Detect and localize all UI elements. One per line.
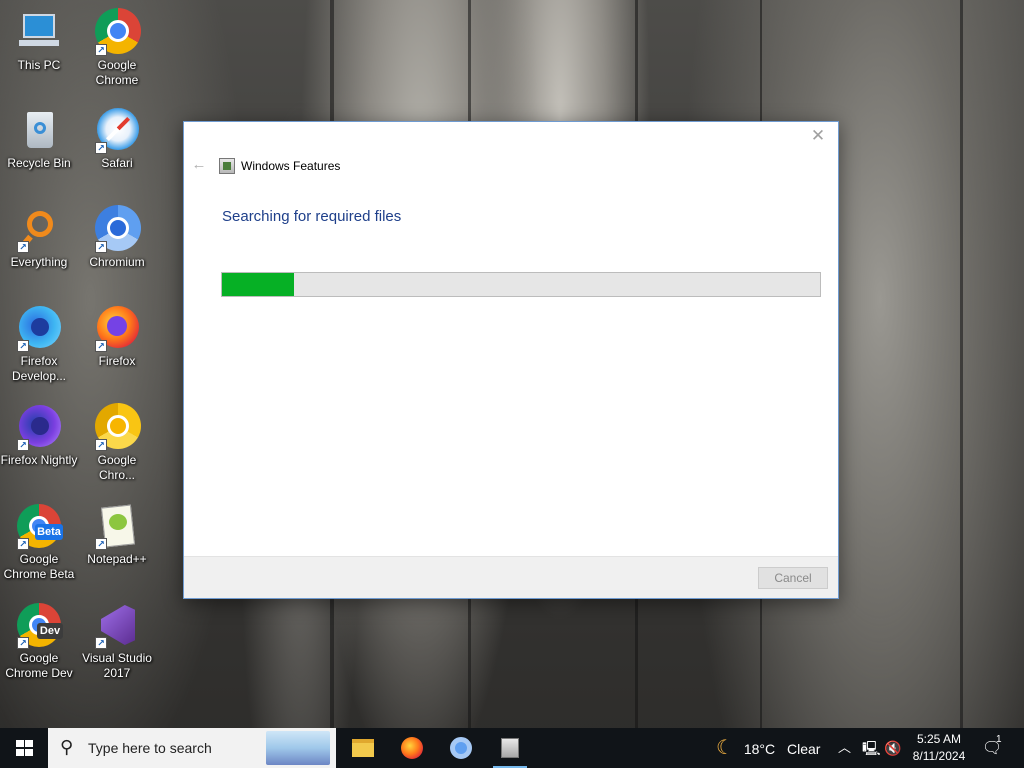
safari-icon: ↗ [93,106,141,154]
moon-icon: ☾ [716,737,734,759]
desktop-icon-everything[interactable]: ↗ Everything [0,205,78,270]
notification-count: 1 [996,734,1002,745]
notepad-plus-plus-icon: ↗ [93,502,141,550]
network-icon: 🖳 [862,740,881,756]
action-center-button[interactable]: 🗨 1 [982,728,1010,768]
desktop-icon-label: Safari [101,156,133,170]
firefox-icon: ↗ [93,304,141,352]
volume-control[interactable]: 🔇 [884,728,901,768]
taskbar-firefox[interactable] [389,728,435,768]
shortcut-arrow-icon: ↗ [17,439,29,451]
chrome-icon: ↗ [93,8,141,56]
chrome-beta-icon: Beta ↗ [15,502,63,550]
search-icon: ⚲ [60,737,74,757]
windows-features-dialog: ✕ ← Windows Features Searching for requi… [183,121,839,599]
desktop-icon-label: Recycle Bin [7,156,71,170]
desktop-icon-visual-studio[interactable]: ↗ Visual Studio 2017 [78,601,156,681]
shortcut-arrow-icon: ↗ [95,538,107,550]
back-button[interactable]: ← [190,156,208,174]
chromium-icon: ↗ [93,205,141,253]
network-status[interactable]: 🖳 [862,728,881,768]
start-button[interactable] [0,728,48,768]
desktop-icon-label: Google Chrome Dev [5,651,73,680]
everything-icon: ↗ [15,205,63,253]
system-clock[interactable]: 5:25 AM 8/11/2024 [906,731,972,765]
shortcut-arrow-icon: ↗ [95,637,107,649]
desktop-icon-recycle-bin[interactable]: Recycle Bin [0,106,78,171]
this-pc-icon [15,8,63,56]
taskbar-chromium[interactable] [438,728,484,768]
desktop-icon-firefox-developer[interactable]: ↗ Firefox Develop... [0,304,78,384]
dev-badge: Dev [37,623,63,639]
desktop-icon-notepad-plus-plus[interactable]: ↗ Notepad++ [78,502,156,567]
desktop-icon-label: This PC [17,58,61,72]
chevron-up-icon: ︿ [838,740,852,755]
weather-temperature: 18°C [743,741,776,757]
desktop-icon-chromium[interactable]: ↗ Chromium [78,205,156,270]
desktop-icon-label: Google Chrome [95,58,139,87]
desktop-icon-label: Firefox Develop... [11,354,67,383]
weather-widget[interactable]: ☾ 18°C Clear [716,728,820,768]
desktop-icon-label: Everything [10,255,68,269]
shortcut-arrow-icon: ↗ [95,439,107,451]
desktop-icon-firefox-nightly[interactable]: ↗ Firefox Nightly [0,403,78,468]
firefox-icon [401,737,423,759]
desktop-icon-google-chrome[interactable]: ↗ Google Chrome [78,8,156,88]
desktop-icon-chrome-canary[interactable]: ↗ Google Chro... [78,403,156,483]
taskbar-windows-features[interactable] [487,728,533,768]
cancel-button[interactable]: Cancel [758,567,828,589]
dialog-footer: Cancel [184,556,838,598]
windows-features-icon [501,738,519,758]
windows-features-icon [219,158,235,174]
wallpaper-crack [960,0,963,728]
close-button[interactable]: ✕ [806,126,830,148]
volume-muted-icon: 🔇 [884,740,902,756]
clock-time: 5:25 AM [916,732,962,746]
progress-bar [221,272,821,297]
visual-studio-icon: ↗ [93,601,141,649]
chrome-canary-icon: ↗ [93,403,141,451]
desktop-icon-label: Firefox [98,354,136,368]
dialog-title: Windows Features [241,159,341,173]
desktop-icon-chrome-beta[interactable]: Beta ↗ Google Chrome Beta [0,502,78,582]
desktop-icon-label: Visual Studio 2017 [82,651,152,680]
desktop-icon-label: Google Chro... [97,453,137,482]
taskbar-file-explorer[interactable] [340,728,386,768]
desktop-icon-label: Google Chrome Beta [3,552,75,581]
weather-condition: Clear [787,741,821,757]
shortcut-arrow-icon: ↗ [95,241,107,253]
desktop-icon-safari[interactable]: ↗ Safari [78,106,156,171]
chromium-icon [450,737,472,759]
beta-badge: Beta [35,524,63,540]
clock-date: 8/11/2024 [912,749,966,763]
taskbar: ⚲ Type here to search ☾ 18°C Clear ︿ 🖳 🔇… [0,728,1024,768]
back-arrow-icon: ← [191,156,207,173]
taskbar-search-box[interactable]: ⚲ Type here to search [48,728,336,768]
firefox-developer-icon: ↗ [15,304,63,352]
recycle-bin-icon [15,106,63,154]
windows-logo-icon [16,740,33,756]
chrome-dev-icon: Dev ↗ [15,601,63,649]
status-heading: Searching for required files [222,208,402,225]
shortcut-arrow-icon: ↗ [95,340,107,352]
shortcut-arrow-icon: ↗ [95,142,107,154]
shortcut-arrow-icon: ↗ [17,538,29,550]
desktop-icon-firefox[interactable]: ↗ Firefox [78,304,156,369]
file-explorer-icon [352,739,374,757]
shortcut-arrow-icon: ↗ [95,44,107,56]
show-hidden-icons-button[interactable]: ︿ [838,728,851,768]
search-placeholder: Type here to search [88,740,212,756]
progress-bar-fill [222,273,294,296]
shortcut-arrow-icon: ↗ [17,340,29,352]
desktop-icon-chrome-dev[interactable]: Dev ↗ Google Chrome Dev [0,601,78,681]
desktop-icon-label: Chromium [89,255,145,269]
shortcut-arrow-icon: ↗ [17,637,29,649]
close-icon: ✕ [810,126,826,145]
search-highlight-image [266,731,330,765]
shortcut-arrow-icon: ↗ [17,241,29,253]
firefox-nightly-icon: ↗ [15,403,63,451]
desktop-icon-label: Firefox Nightly [0,453,78,467]
desktop-icon-label: Notepad++ [87,552,147,566]
desktop-icon-this-pc[interactable]: This PC [0,8,78,73]
